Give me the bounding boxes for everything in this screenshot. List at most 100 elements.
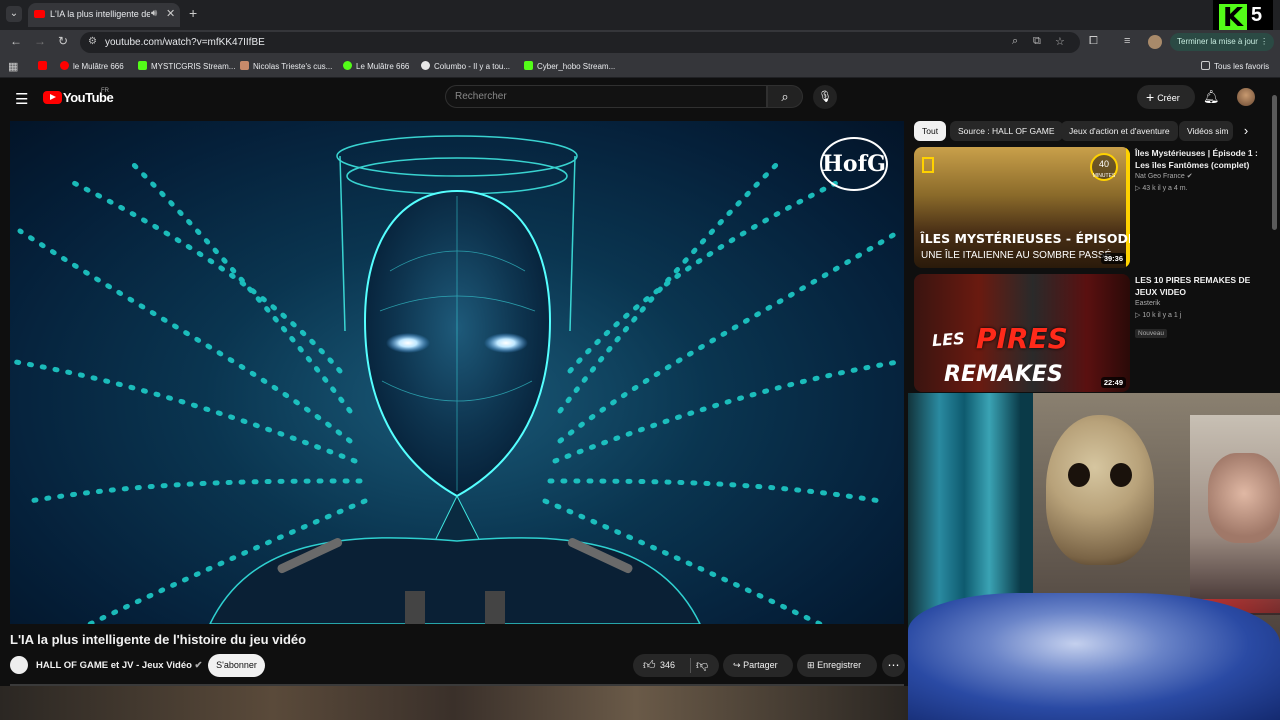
bookmark-item[interactable]: Nicolas Trieste's cus...: [240, 61, 332, 71]
save-button[interactable]: ⊞ Enregistrer: [797, 654, 877, 677]
youtube-header: ☰ YouTube FR Rechercher ⌕ 🎙︎ + Créer 🔔︎: [0, 79, 1280, 117]
channel-avatar[interactable]: [10, 656, 28, 674]
webcam-blanket: [908, 593, 1280, 720]
rumble-bookmark-icon: [343, 61, 352, 70]
thumbnail-text: LES: [931, 328, 966, 351]
thumbnail-caption: ÎLES MYSTÉRIEUSES - ÉPISODE 1: [920, 231, 1130, 246]
bookmark-item[interactable]: MYSTICGRIS Stream...: [138, 61, 235, 71]
chip-action-adventure[interactable]: Jeux d'action et d'aventure: [1061, 121, 1178, 141]
chip-similar[interactable]: Vidéos sim: [1179, 121, 1233, 141]
subscribe-button[interactable]: S'abonner: [208, 654, 265, 677]
country-code: FR: [101, 88, 109, 94]
voice-search-button[interactable]: 🎙︎: [813, 85, 837, 109]
recommendation-channel[interactable]: Easterik: [1135, 298, 1260, 310]
recommendation-info[interactable]: LES 10 PIRES REMAKES DE JEUX VIDEO Easte…: [1135, 274, 1260, 340]
dislike-icon[interactable]: 👎︎: [696, 654, 708, 677]
new-tab-button[interactable]: +: [189, 5, 197, 21]
recommendation-meta: ▷ 43 k il y a 4 m.: [1135, 185, 1188, 192]
streamer-face: [1208, 453, 1280, 543]
address-bar[interactable]: ⚙ youtube.com/watch?v=mfKK47IIfBE ⌕ ⧉ ☆: [80, 32, 1080, 53]
plus-icon: +: [1146, 89, 1155, 105]
search-input[interactable]: Rechercher: [445, 85, 767, 108]
share-icon: ↪: [733, 660, 741, 670]
like-count[interactable]: 346: [660, 654, 675, 677]
bookmark-item[interactable]: [38, 61, 51, 71]
recommendation-channel[interactable]: Nat Geo France ✔: [1135, 171, 1260, 183]
like-icon[interactable]: 👍︎: [643, 654, 656, 677]
thumbnail-text: REMAKES: [944, 362, 1063, 387]
thumbnail-subcaption: UNE ÎLE ITALIENNE AU SOMBRE PASSÉ: [921, 250, 1112, 261]
notifications-bell-icon[interactable]: 🔔︎: [1203, 89, 1220, 105]
search-placeholder: Rechercher: [455, 91, 507, 102]
thumbnail-text: PIRES: [976, 322, 1068, 355]
menu-icon[interactable]: ☰: [15, 90, 28, 108]
bookmark-star-icon[interactable]: ☆: [1055, 35, 1065, 48]
duration-badge: 40 MINUTES: [1090, 153, 1118, 181]
chip-source[interactable]: Source : HALL OF GAME: [950, 121, 1063, 141]
video-duration: 22:49: [1100, 377, 1126, 388]
share-button[interactable]: ↪ Partager: [723, 654, 793, 677]
recommendation-title[interactable]: Îles Mystérieuses | Épisode 1 : Les îles…: [1135, 147, 1260, 171]
video-player[interactable]: HofG: [10, 121, 904, 624]
play-icon: ▷: [1135, 185, 1141, 192]
channel-name[interactable]: HALL OF GAME et JV - Jeux Vidéo ✔: [36, 660, 203, 671]
user-avatar[interactable]: [1237, 88, 1255, 106]
create-button[interactable]: + Créer: [1137, 85, 1195, 109]
kick-number: 5: [1251, 4, 1263, 26]
new-badge: Nouveau: [1135, 329, 1168, 338]
youtube-favicon-icon: [34, 10, 45, 18]
update-button[interactable]: Terminer la mise à jour ⋮: [1170, 33, 1274, 51]
play-icon: ▷: [1135, 312, 1141, 319]
site-info-icon[interactable]: ⚙: [88, 36, 97, 47]
forward-icon[interactable]: →: [34, 34, 46, 48]
webcam-overlay: [908, 393, 1280, 720]
recommendation-meta: ▷ 10 k il y a 1 j: [1135, 312, 1182, 319]
bookmark-favicon-icon: [240, 61, 249, 70]
extensions-icon[interactable]: ⧠: [1089, 35, 1098, 48]
youtube-logo-icon[interactable]: [43, 91, 62, 104]
install-app-icon[interactable]: ⧉: [1033, 35, 1041, 48]
browser-tab-strip: ⌄ L'IA la plus intelligente de l' 🔊︎ ✕ +…: [0, 0, 1280, 36]
divider: [690, 658, 691, 673]
speaker-icon[interactable]: 🔊︎: [151, 8, 157, 19]
folder-icon: [1201, 61, 1210, 70]
tab-search-dropdown[interactable]: ⌄: [6, 6, 22, 22]
chevron-right-icon[interactable]: ›: [1236, 121, 1256, 141]
chip-all[interactable]: Tout: [914, 121, 947, 141]
tab-close-icon[interactable]: ✕: [166, 7, 175, 20]
recommendation-thumbnail[interactable]: LES PIRES REMAKES 22:49: [914, 274, 1130, 392]
more-actions-icon[interactable]: ⋯: [882, 654, 905, 677]
browser-tab-active[interactable]: L'IA la plus intelligente de l' 🔊︎ ✕: [28, 3, 180, 27]
channel-watermark: HofG: [820, 137, 888, 191]
youtube-bookmark-icon: [38, 61, 47, 70]
video-frame-artwork: [10, 135, 904, 624]
kick-bookmark-icon: [524, 61, 533, 70]
page-scrollbar[interactable]: [1272, 95, 1277, 230]
search-button[interactable]: ⌕: [767, 85, 803, 108]
bookmark-item[interactable]: le Mulâtre 666: [60, 61, 124, 71]
apps-grid-icon[interactable]: ▦: [8, 60, 18, 73]
bookmark-item[interactable]: Columbo - Il y a tou...: [421, 61, 510, 71]
zoom-icon[interactable]: ⌕: [1012, 35, 1018, 48]
reload-icon[interactable]: ↻: [58, 34, 68, 48]
kick-logo-icon: K: [1219, 4, 1247, 32]
back-icon[interactable]: ←: [10, 34, 22, 48]
address-url[interactable]: youtube.com/watch?v=mfKK47IIfBE: [105, 37, 265, 48]
tab-title: L'IA la plus intelligente de l': [50, 9, 150, 19]
reading-list-icon[interactable]: ≡: [1124, 35, 1130, 47]
bookmark-favicon-icon: [421, 61, 430, 70]
all-bookmarks[interactable]: Tous les favoris: [1201, 61, 1269, 71]
mic-icon: 🎙︎: [818, 91, 832, 103]
bookmark-item[interactable]: Cyber_hobo Stream...: [524, 61, 615, 71]
bookmarks-bar: ▦ le Mulâtre 666 MYSTICGRIS Stream... Ni…: [0, 54, 1280, 78]
verified-icon: ✔: [1186, 173, 1193, 180]
recommendation-thumbnail[interactable]: 40 MINUTES ÎLES MYSTÉRIEUSES - ÉPISODE 1 …: [914, 147, 1130, 268]
browser-toolbar: ← → ↻ ⚙ youtube.com/watch?v=mfKK47IIfBE …: [0, 30, 1280, 54]
recommendation-title[interactable]: LES 10 PIRES REMAKES DE JEUX VIDEO: [1135, 274, 1260, 298]
profile-avatar[interactable]: [1148, 35, 1162, 49]
video-duration: 39:36: [1100, 253, 1126, 264]
bookmark-item[interactable]: Le Mulâtre 666: [343, 61, 409, 71]
recommendation-info[interactable]: Îles Mystérieuses | Épisode 1 : Les îles…: [1135, 147, 1260, 195]
skull-eye: [1110, 463, 1132, 487]
like-dislike-pill: 👍︎ 346 👎︎: [633, 654, 719, 677]
